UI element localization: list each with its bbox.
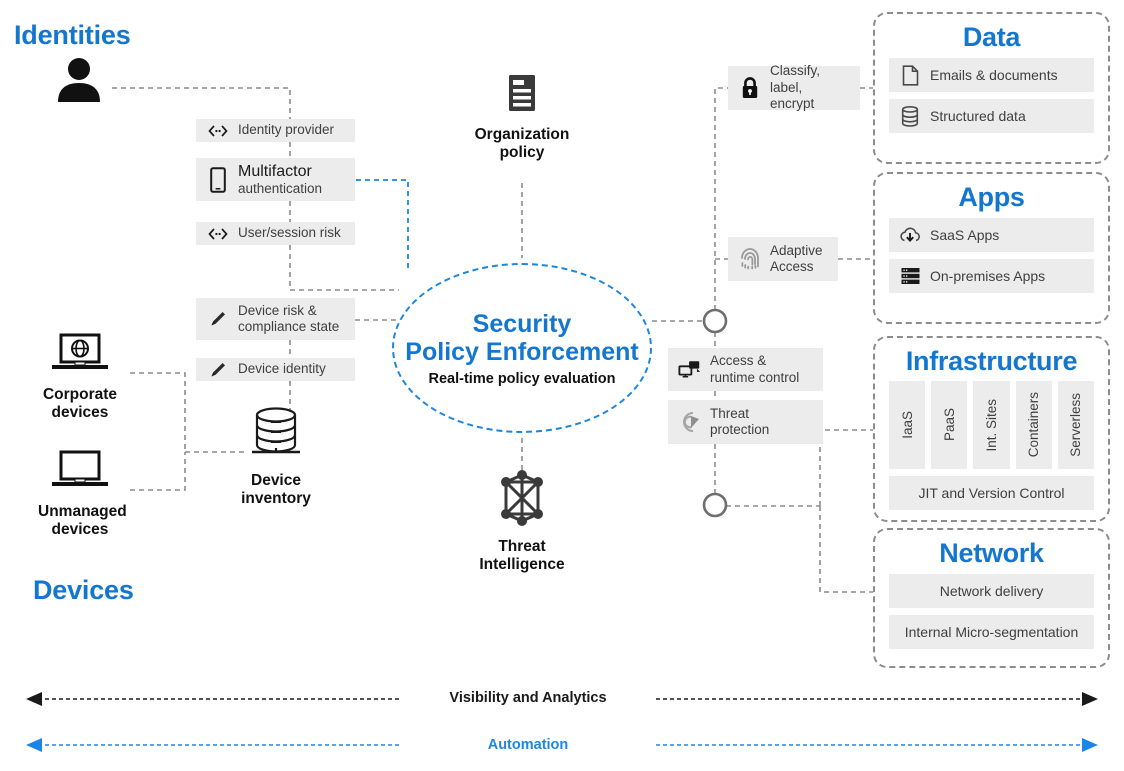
panel-infrastructure: Infrastructure IaaS PaaS Int. Sites Cont… [873,336,1110,522]
identity-user-endpoint [48,56,110,109]
panel-row-network-delivery[interactable]: Network delivery [889,574,1094,608]
threat-shield-icon [678,410,702,434]
core-line-2: Policy Enforcement [405,337,639,366]
panel-row-internal-micro-segmentation[interactable]: Internal Micro-segmentation [889,615,1094,649]
panel-row-label: Internal Micro-segmentation [904,624,1079,640]
access-runtime-icon [678,358,702,382]
infra-column-serverless[interactable]: Serverless [1057,381,1095,469]
chip-identity-provider[interactable]: Identity provider [196,119,355,142]
panel-title: Network [939,538,1044,568]
database-icon [252,407,300,454]
section-title-devices: Devices [33,575,134,605]
panel-row-saas-apps[interactable]: SaaS Apps [889,218,1094,252]
signal-threat-intelligence: Threat Intelligence [468,470,576,575]
device-inventory-node: Device inventory [233,406,319,509]
infra-column-int-sites[interactable]: Int. Sites [973,381,1010,469]
panel-apps: Apps SaaS Apps On-premises Apps [873,172,1110,324]
connector-icon [206,119,230,143]
panel-row-label: Emails & documents [930,67,1058,83]
chip-label: Threat protection [710,405,770,437]
chip-classify-label-encrypt[interactable]: Classify, label, encrypt [728,63,860,112]
fingerprint-icon [738,247,762,271]
infra-column-containers[interactable]: Containers [1015,381,1052,469]
panel-title: Infrastructure [905,346,1078,376]
panel-row-label: SaaS Apps [930,227,1000,243]
panel-row-label: Network delivery [939,583,1044,599]
lock-icon [738,76,762,100]
laptop-icon [52,450,108,486]
chip-sublabel: authentication [238,181,323,197]
panel-title: Data [962,22,1021,52]
chip-device-risk-compliance[interactable]: Device risk & compliance state [196,298,355,340]
section-title-identities: Identities [14,20,131,50]
panel-row-label: Structured data [930,108,1026,124]
signal-organization-policy: Organization policy [468,72,576,163]
chip-device-identity[interactable]: Device identity [196,358,355,381]
server-rack-icon [899,265,921,287]
endpoint-corporate-devices: Corporate devices [38,332,122,423]
infra-column-label: PaaS [941,408,957,442]
pencil-icon [206,358,230,382]
person-icon [58,58,100,102]
security-policy-enforcement-core: Security Policy Enforcement Real-time po… [392,263,652,433]
infra-column-label: Containers [1026,392,1042,458]
chip-label: Classify, label, encrypt [770,63,821,112]
chip-label: Identity provider [238,122,335,138]
endpoint-unmanaged-devices: Unmanaged devices [38,449,127,540]
zero-trust-diagram: Identities Devices Corporate devices Unm… [0,0,1124,771]
infra-column-label: Serverless [1068,393,1084,457]
panel-data: Data Emails & documents Structured data [873,12,1110,164]
band-label-visibility-analytics: Visibility and Analytics [449,690,607,706]
pencil-icon [206,307,230,331]
panel-row-structured-data[interactable]: Structured data [889,99,1094,133]
chip-label: Device identity [238,361,326,377]
device-inventory-caption: Device inventory [241,472,311,508]
document-policy-icon [509,75,535,111]
mobile-phone-icon [206,166,230,193]
chip-label: User/session risk [238,225,341,241]
panel-row-label: JIT and Version Control [918,485,1065,501]
panel-row-label: On-premises Apps [930,268,1046,284]
panel-row-onpremises-apps[interactable]: On-premises Apps [889,259,1094,293]
connector-icon [206,222,230,246]
panel-row-jit-version-control[interactable]: JIT and Version Control [889,476,1094,510]
chip-threat-protection[interactable]: Threat protection [668,400,823,444]
laptop-globe-icon [52,333,108,369]
chip-label: Multifactor [238,162,312,180]
threat-network-icon [501,470,543,526]
chip-label: Adaptive Access [770,242,823,274]
signal-caption: Threat Intelligence [479,538,565,574]
core-line-3: Real-time policy evaluation [428,370,616,387]
chip-multifactor-authentication[interactable]: Multifactor authentication [196,158,355,201]
chip-adaptive-access[interactable]: Adaptive Access [728,237,838,281]
panel-title: Apps [958,182,1025,212]
signal-caption: Organization policy [474,126,570,162]
panel-network: Network Network delivery Internal Micro-… [873,528,1110,668]
cloud-download-icon [899,224,921,246]
endpoint-caption: Corporate devices [42,386,118,422]
file-icon [899,64,921,86]
panel-row-emails-documents[interactable]: Emails & documents [889,58,1094,92]
infra-column-label: IaaS [899,411,915,439]
infra-column-iaas[interactable]: IaaS [889,381,926,469]
chip-user-session-risk[interactable]: User/session risk [196,222,355,245]
chip-label: Access & runtime control [710,353,800,385]
infra-column-paas[interactable]: PaaS [931,381,968,469]
endpoint-caption: Unmanaged devices [38,503,127,539]
core-line-1: Security [472,309,572,338]
infra-column-label: Int. Sites [984,398,999,452]
database-stack-icon [899,105,921,127]
chip-label: Device risk & compliance state [238,302,340,334]
infrastructure-columns: IaaS PaaS Int. Sites Containers Serverle… [889,381,1095,469]
band-label-automation: Automation [487,737,569,753]
chip-access-runtime-control[interactable]: Access & runtime control [668,348,823,391]
